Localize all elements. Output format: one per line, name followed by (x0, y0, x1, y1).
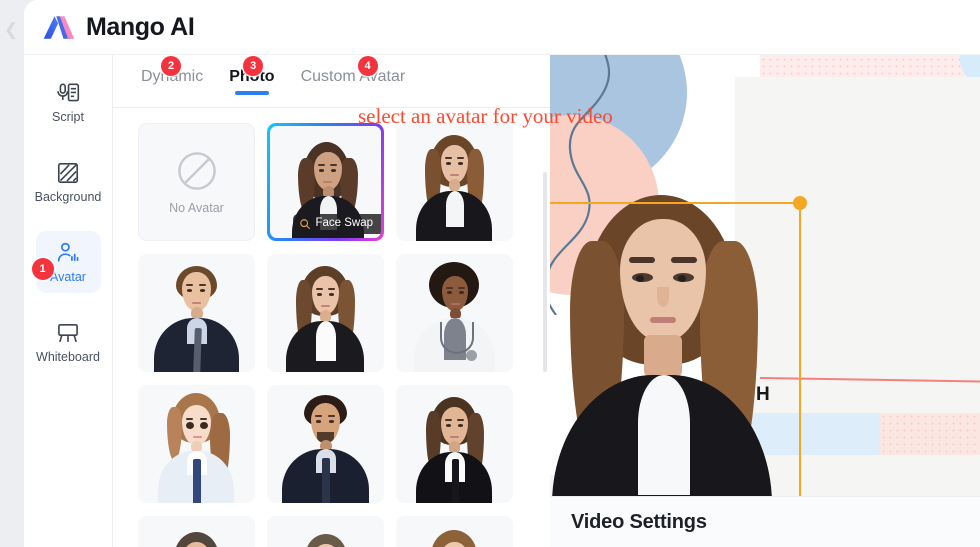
tab-label: Custom Avatar (300, 68, 406, 85)
avatar-thumbnail (138, 254, 255, 372)
video-settings-title: Video Settings (571, 510, 707, 533)
avatar-thumbnail (267, 516, 384, 547)
avatar-thumbnail (396, 123, 513, 241)
sidebar-item-avatar[interactable]: Avatar 1 (31, 231, 101, 293)
avatar-grid: No Avatar Face Swap (113, 108, 550, 547)
avatar-card-8[interactable] (138, 516, 255, 547)
background-pattern-icon (57, 163, 79, 184)
chevron-left-icon[interactable]: ❮ (2, 18, 20, 40)
sidebar-item-script[interactable]: Script (36, 71, 101, 133)
sidebar-item-label: Background (34, 190, 102, 205)
mango-logo-icon (43, 16, 75, 39)
selection-edge-right (799, 202, 802, 496)
avatar-tabs: Dynamic 2 Photo 3 Custom Avatar 4 (113, 55, 550, 108)
step-badge-1: 1 (31, 258, 54, 280)
avatar-person-icon (57, 242, 79, 262)
avatar-thumbnail (396, 516, 513, 547)
selection-handle-top-right[interactable] (793, 196, 807, 210)
face-swap-icon (300, 219, 311, 230)
sidebar-item-label: Avatar (50, 270, 86, 285)
sidebar-item-whiteboard[interactable]: Whiteboard (36, 311, 101, 373)
avatar-card-1[interactable] (396, 123, 513, 241)
sidebar-item-label: Script (52, 110, 84, 125)
tab-active-underline (234, 91, 269, 95)
decor-pink-band-lower (880, 413, 980, 455)
sidebar-item-background[interactable]: Background (34, 151, 102, 213)
avatar-card-4[interactable] (396, 254, 513, 372)
no-entry-icon (177, 152, 216, 191)
avatar-panel: Dynamic 2 Photo 3 Custom Avatar 4 No Ava… (113, 55, 550, 547)
face-swap-button[interactable]: Face Swap (293, 214, 381, 234)
avatar-card-0[interactable]: Face Swap (267, 123, 384, 241)
avatar-card-5[interactable] (138, 385, 255, 503)
avatar-thumbnail (267, 385, 384, 503)
avatar-thumbnail (396, 254, 513, 372)
whiteboard-easel-icon (58, 324, 78, 343)
top-bar: Mango AI (24, 0, 980, 55)
selection-frame (550, 196, 807, 496)
canvas-stage: H (550, 55, 980, 496)
annotation-text: select an avatar for your video (358, 104, 613, 128)
avatar-panel-scrollbar[interactable] (543, 172, 547, 372)
face-swap-label: Face Swap (315, 217, 373, 230)
script-mic-icon (57, 83, 80, 102)
no-avatar-label: No Avatar (169, 201, 224, 216)
avatar-card-3[interactable] (267, 254, 384, 372)
step-badge-4: 4 (357, 56, 378, 76)
tab-photo[interactable]: Photo 3 (229, 56, 275, 95)
avatar-thumbnail (138, 385, 255, 503)
avatar-card-6[interactable] (267, 385, 384, 503)
sidebar-item-label: Whiteboard (36, 350, 100, 365)
no-avatar-card[interactable]: No Avatar (138, 123, 255, 241)
avatar-thumbnail (138, 516, 255, 547)
selection-edge-top (550, 202, 802, 205)
left-rail: Script Background Avatar 1 Whiteboard (24, 55, 113, 547)
avatar-card-10[interactable] (396, 516, 513, 547)
tab-custom-avatar[interactable]: Custom Avatar 4 (300, 56, 406, 95)
video-settings-bar[interactable]: Video Settings (550, 496, 980, 547)
avatar-card-9[interactable] (267, 516, 384, 547)
avatar-thumbnail (267, 254, 384, 372)
avatar-card-2[interactable] (138, 254, 255, 372)
video-canvas[interactable]: H (550, 55, 980, 496)
app-root: ❮ Mango AI Script Background Avatar 1 Wh… (0, 0, 980, 547)
app-window: Mango AI Script Background Avatar 1 Whit… (24, 0, 980, 547)
tab-dynamic[interactable]: Dynamic 2 (141, 56, 203, 95)
avatar-card-7[interactable] (396, 385, 513, 503)
avatar-thumbnail (396, 385, 513, 503)
step-badge-2: 2 (161, 56, 181, 76)
brand-name: Mango AI (86, 12, 195, 41)
brand-logo[interactable]: Mango AI (41, 12, 195, 42)
